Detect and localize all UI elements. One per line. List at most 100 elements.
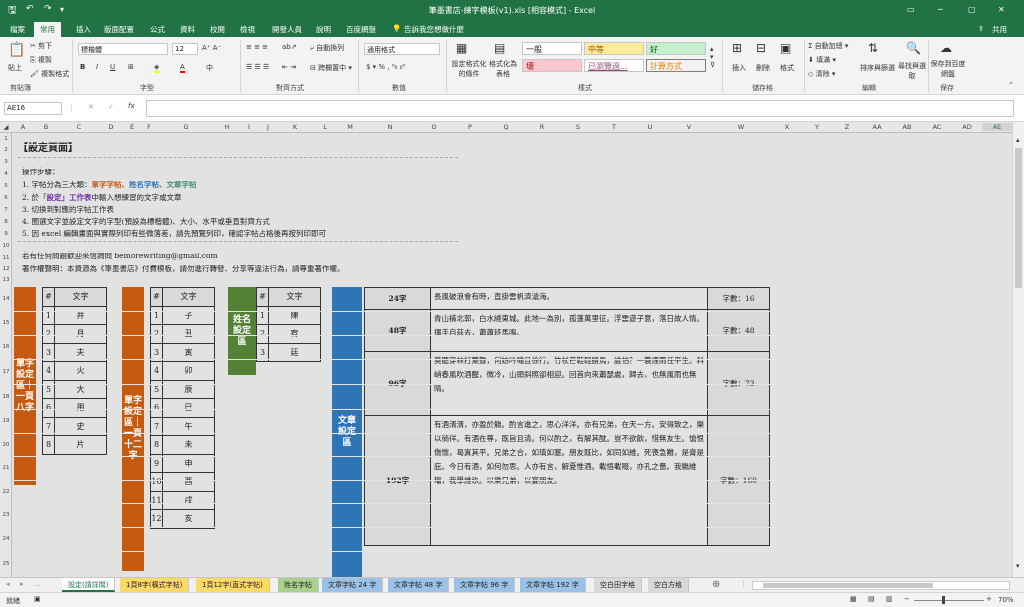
indent-icon[interactable]: ⇤ ⇥ (282, 63, 296, 71)
wrap-text-button[interactable]: ⤶ 自動換列 (310, 43, 344, 53)
column-header[interactable]: V (668, 123, 710, 131)
char-cell[interactable]: 文字 (268, 287, 321, 307)
char-cell[interactable]: 辰 (162, 379, 215, 399)
font-name-select[interactable]: 標楷體 (78, 43, 168, 55)
column-header[interactable]: G (156, 123, 216, 131)
normal-view-icon[interactable]: ▦ (850, 595, 857, 603)
horizontal-scrollbar[interactable] (752, 581, 1010, 590)
row-header[interactable]: 24 (0, 536, 12, 542)
sheet-tab-article-24[interactable]: 文章字帖 24 字 (322, 578, 384, 592)
sort-filter-icon[interactable]: ⇅ (868, 41, 878, 55)
tab-scroll-left-icon[interactable]: ◂ (6, 580, 10, 588)
row-header[interactable]: 23 (0, 512, 12, 518)
column-header[interactable]: H (216, 123, 238, 131)
row-header[interactable]: 21 (0, 465, 12, 471)
row-index-cell[interactable]: 6 (150, 398, 163, 418)
char-cell[interactable]: 子 (162, 305, 215, 325)
char-cell[interactable]: 井 (54, 305, 107, 325)
format-as-table-button[interactable]: 格式化為表格 (488, 59, 518, 79)
column-header[interactable]: W (710, 123, 772, 131)
row-index-cell[interactable]: # (256, 287, 269, 307)
style-normal[interactable]: 一般 (522, 42, 582, 55)
char-cell[interactable]: 丑 (162, 324, 215, 344)
font-color-icon[interactable]: A (180, 63, 185, 73)
tab-review[interactable]: 校閱 (210, 24, 225, 35)
style-followed-hyperlink[interactable]: 已瀏覽過... (584, 59, 644, 72)
char-cell[interactable]: 文字 (54, 287, 107, 307)
share-button[interactable]: 共用 (992, 24, 1007, 35)
style-good[interactable]: 好 (646, 42, 706, 55)
char-cell[interactable]: 卯 (162, 361, 215, 381)
char-cell[interactable]: 用 (54, 398, 107, 418)
insert-cells-button[interactable]: 插入 (732, 63, 746, 73)
tab-file[interactable]: 檔案 (10, 24, 25, 35)
tell-me-search[interactable]: 告訴我您想做什麼 (404, 24, 464, 35)
column-header[interactable]: P (452, 123, 488, 131)
row-index-cell[interactable]: 1 (150, 305, 163, 325)
align-top-icon[interactable]: ≡ ≡ ≡ (246, 43, 268, 51)
sort-filter-button[interactable]: 排序與篩選 (860, 63, 895, 73)
row-index-cell[interactable]: 12 (150, 509, 163, 529)
delete-cells-icon[interactable]: ⊟ (756, 41, 766, 55)
tab-formulas[interactable]: 公式 (150, 24, 165, 35)
column-header[interactable]: T (596, 123, 632, 131)
zoom-level[interactable]: 70% (998, 596, 1014, 604)
column-header[interactable]: Z (832, 123, 862, 131)
char-cell[interactable]: 宥 (268, 324, 321, 344)
add-sheet-icon[interactable]: ⊕ (712, 579, 720, 590)
orientation-icon[interactable]: ab↗ (282, 43, 297, 51)
row-header[interactable]: 20 (0, 442, 12, 448)
char-cell[interactable]: 文字 (162, 287, 215, 307)
tab-page-layout[interactable]: 版面配置 (104, 24, 134, 35)
styles-scroll-icon[interactable]: ▴ ▾ ⊽ (710, 45, 715, 69)
underline-button[interactable]: U (110, 63, 115, 71)
currency-icon[interactable]: $ ▾ % , ⁰₀ ₀⁰ (366, 63, 405, 71)
style-bad[interactable]: 壞 (522, 59, 582, 72)
tab-home[interactable]: 常用 (34, 22, 61, 37)
style-neutral[interactable]: 中等 (584, 42, 644, 55)
char-cell[interactable]: 戌 (162, 490, 215, 510)
number-format-select[interactable]: 通用格式 (364, 43, 440, 55)
row-header[interactable]: 9 (0, 231, 12, 237)
tab-baidu[interactable]: 百度網盤 (346, 24, 376, 35)
sheet-tab-article-96[interactable]: 文章字帖 96 字 (454, 578, 516, 592)
tab-view[interactable]: 檢視 (240, 24, 255, 35)
conditional-format-icon[interactable]: ▦ (456, 41, 467, 55)
format-cells-icon[interactable]: ▣ (780, 41, 791, 55)
column-header[interactable]: A (12, 123, 34, 131)
conditional-format-button[interactable]: 設定格式化的條件 (450, 59, 488, 79)
column-header[interactable]: O (416, 123, 452, 131)
find-select-button[interactable]: 尋找與選取 (898, 61, 926, 81)
column-header[interactable]: I (238, 123, 260, 131)
row-index-cell[interactable]: # (42, 287, 55, 307)
format-painter-button[interactable]: 🖌 複製格式 (30, 69, 69, 79)
paste-button[interactable]: 貼上 (8, 63, 22, 73)
minimize-icon[interactable]: ─ (938, 5, 943, 14)
column-header[interactable]: AD (952, 123, 982, 131)
row-header[interactable]: 15 (0, 320, 12, 326)
tab-scroll-right-icon[interactable]: ▸ (20, 580, 24, 588)
char-cell[interactable]: 片 (54, 435, 107, 455)
name-box[interactable]: AE16 (4, 102, 62, 115)
sheet-tab-blank-tian[interactable]: 空白田字格 (594, 578, 642, 592)
column-header[interactable]: AA (862, 123, 892, 131)
sheet-tab-name[interactable]: 姓名字帖 (278, 578, 319, 592)
copy-button[interactable]: ⎘ 複製 (30, 55, 52, 65)
row-header[interactable]: 18 (0, 394, 12, 400)
paste-icon[interactable]: 📋 (8, 42, 25, 58)
row-index-cell[interactable]: 6 (42, 398, 55, 418)
zoom-slider[interactable] (914, 600, 984, 601)
column-header[interactable]: Y (802, 123, 832, 131)
column-header[interactable]: C (58, 123, 100, 131)
row-index-cell[interactable]: 5 (42, 379, 55, 399)
row-index-cell[interactable]: 11 (150, 490, 163, 510)
format-table-icon[interactable]: ▤ (494, 41, 505, 55)
row-header[interactable]: 16 (0, 344, 12, 350)
style-calculation[interactable]: 計算方式 (646, 59, 706, 72)
close-icon[interactable]: ✕ (998, 5, 1005, 14)
row-index-cell[interactable]: 2 (150, 324, 163, 344)
select-all-corner[interactable]: ◢ (0, 123, 12, 131)
row-header[interactable]: 8 (0, 219, 12, 225)
column-header[interactable]: U (632, 123, 668, 131)
share-icon[interactable]: ⇪ (978, 24, 984, 33)
